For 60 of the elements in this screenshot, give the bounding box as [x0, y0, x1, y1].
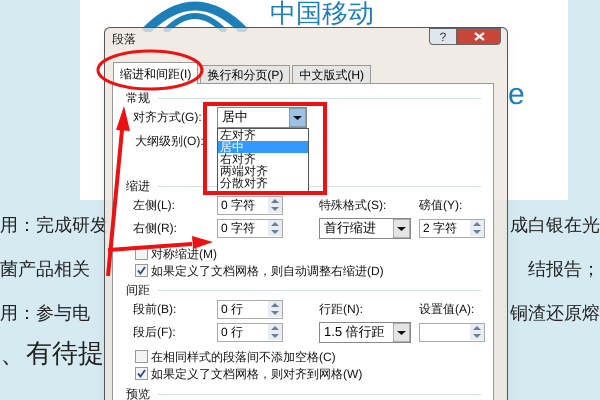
document-text: 结报告； — [528, 258, 600, 281]
help-button[interactable]: ? — [429, 28, 457, 45]
close-icon — [474, 32, 484, 41]
section-title: 缩进 — [126, 178, 150, 195]
checkbox-label: 如果定义了文档网格，则自动调整右缩进(D) — [151, 262, 384, 280]
checkbox-label: 如果定义了文档网格，则对齐到网格(W) — [151, 366, 362, 382]
field-label: 磅值(Y): — [419, 197, 464, 214]
field-label: 段前(B): — [133, 301, 178, 318]
document-text: 铜渣还原熔 — [510, 302, 600, 325]
logo-text: e — [508, 80, 525, 110]
tab[interactable]: 换行和分页(P) — [200, 65, 290, 83]
checkmark-icon — [137, 266, 146, 275]
dropdown-option[interactable]: 分散对齐 — [218, 176, 308, 188]
field-label: 大纲级别(O): — [135, 133, 205, 150]
section-title: 常规 — [126, 90, 150, 107]
dropdown-option[interactable]: 右对齐 — [218, 152, 308, 164]
tab[interactable]: 中文版式(H) — [292, 65, 371, 83]
checkbox[interactable] — [135, 367, 148, 380]
spinner-arrows-icon[interactable] — [268, 324, 282, 340]
dropdown-arrow-icon[interactable] — [393, 218, 410, 238]
spinner-arrows-icon[interactable] — [268, 301, 282, 317]
dropdown-option[interactable]: 左对齐 — [218, 128, 308, 140]
field-label: 段后(F): — [133, 324, 177, 341]
section-title: 预览 — [126, 386, 150, 400]
spinner-arrows-icon[interactable] — [470, 220, 484, 236]
spinner-arrows-icon[interactable] — [268, 220, 282, 236]
spinner-arrows-icon[interactable] — [268, 197, 282, 213]
checkbox-label: 在相同样式的段落间不添加空格(C) — [151, 348, 336, 366]
document-text: 菌产品相关 — [0, 258, 90, 281]
logo-text: 中国移动 — [270, 0, 374, 26]
dropdown-option[interactable]: 两端对齐 — [218, 164, 308, 176]
dropdown-field[interactable]: 居中 — [217, 106, 307, 128]
field-label: 特殊格式(S): — [319, 197, 388, 214]
spinner-arrows-icon[interactable] — [470, 324, 484, 340]
checkbox[interactable] — [135, 264, 148, 277]
field-label: 行距(N): — [319, 301, 364, 318]
document-heading: 、有待提 — [0, 337, 104, 370]
checkmark-icon — [137, 369, 146, 378]
spin-box[interactable]: 0 字符 — [217, 218, 283, 238]
close-button[interactable] — [457, 28, 501, 45]
window-title: 段落 — [112, 31, 136, 48]
checkbox-label: 对称缩进(M) — [151, 246, 217, 262]
field-label: 左侧(L): — [133, 197, 176, 214]
field-label: 设置值(A): — [419, 301, 476, 318]
spin-box[interactable]: 0 字符 — [217, 196, 283, 214]
dropdown-field[interactable]: 首行缩进 — [319, 218, 411, 238]
document-text: 成白银在光 — [510, 214, 600, 237]
section-title: 间距 — [126, 282, 150, 299]
checkbox[interactable] — [135, 350, 148, 363]
spin-box[interactable]: 2 字符 — [419, 218, 485, 238]
dropdown-arrow-icon[interactable] — [289, 108, 306, 126]
field-label: 对齐方式(G): — [133, 109, 203, 126]
spin-box[interactable]: 0 行 — [217, 300, 283, 318]
tab[interactable]: 缩进和间距(I) — [113, 62, 198, 84]
dropdown-field[interactable]: 1.5 倍行距 — [319, 322, 411, 342]
field-label: 右侧(R): — [133, 220, 178, 237]
spin-box[interactable] — [419, 322, 485, 342]
dropdown-arrow-icon[interactable] — [393, 322, 410, 342]
spin-box[interactable]: 0 行 — [217, 322, 283, 342]
document-text: 用：参与电 — [0, 302, 90, 325]
